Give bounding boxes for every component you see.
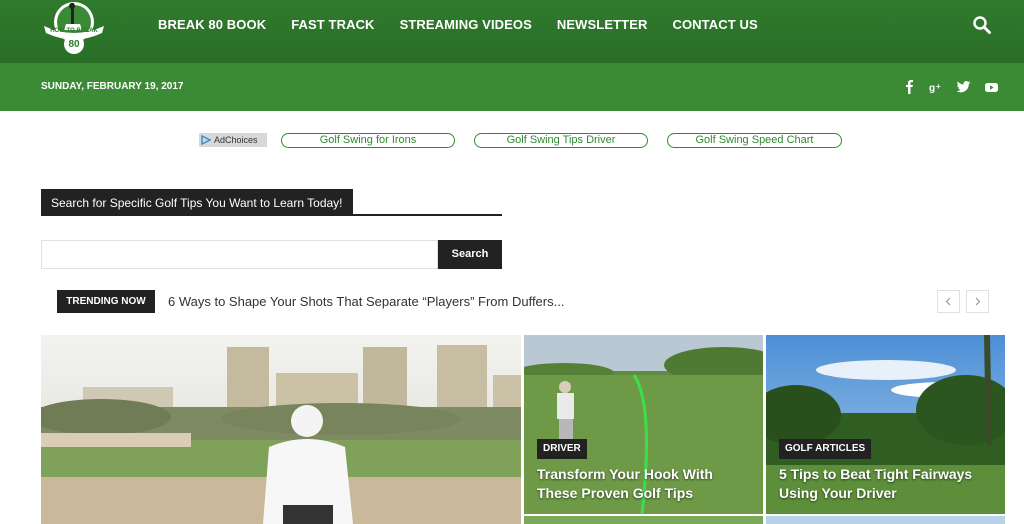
trending-headline-link[interactable]: 6 Ways to Shape Your Shots That Separate… <box>168 294 564 309</box>
search-widget-underline <box>41 214 502 216</box>
nav-item-fast-track[interactable]: FAST TRACK <box>291 17 374 32</box>
featured-post-driver[interactable]: DRIVER Transform Your Hook With These Pr… <box>524 335 763 514</box>
featured-post-title[interactable]: 5 Tips to Beat Tight Fairways Using Your… <box>779 465 979 503</box>
facebook-icon[interactable] <box>905 80 915 94</box>
featured-post-main-image <box>41 335 521 524</box>
trending-prev-button[interactable] <box>937 290 960 313</box>
logo-number: 80 <box>68 39 80 50</box>
adchoices-icon <box>201 135 211 145</box>
google-plus-icon[interactable]: g + <box>929 80 943 94</box>
post-thumbnail-partial[interactable] <box>524 516 763 524</box>
chevron-left-icon <box>945 297 951 306</box>
chevron-right-icon <box>975 297 981 306</box>
featured-post-main[interactable] <box>41 335 521 524</box>
trending-next-button[interactable] <box>966 290 989 313</box>
search-input[interactable] <box>41 240 438 269</box>
search-button[interactable]: Search <box>438 240 502 269</box>
main-nav: BREAK 80 BOOK FAST TRACK STREAMING VIDEO… <box>158 17 758 32</box>
featured-post-title[interactable]: Transform Your Hook With These Proven Go… <box>537 465 727 503</box>
logo-text: HOW TO BREAK <box>50 28 98 34</box>
svg-text:g: g <box>929 83 935 94</box>
adchoices-label: AdChoices <box>214 135 258 145</box>
nav-item-newsletter[interactable]: NEWSLETTER <box>557 17 648 32</box>
site-logo[interactable]: HOW TO BREAK 80 <box>40 0 108 56</box>
ad-link-golf-swing-driver[interactable]: Golf Swing Tips Driver <box>474 133 648 148</box>
nav-item-break-80-book[interactable]: BREAK 80 BOOK <box>158 17 266 32</box>
trending-now-label: TRENDING NOW <box>57 290 155 313</box>
twitter-icon[interactable] <box>956 80 971 94</box>
svg-text:+: + <box>936 82 941 91</box>
category-badge-driver[interactable]: DRIVER <box>537 439 587 459</box>
current-date: SUNDAY, FEBRUARY 19, 2017 <box>41 81 184 92</box>
nav-item-streaming-videos[interactable]: STREAMING VIDEOS <box>400 17 532 32</box>
adchoices-badge[interactable]: AdChoices <box>199 133 267 147</box>
search-icon[interactable] <box>972 15 992 35</box>
featured-post-golf-articles[interactable]: GOLF ARTICLES 5 Tips to Beat Tight Fairw… <box>766 335 1005 514</box>
category-badge-golf-articles[interactable]: GOLF ARTICLES <box>779 439 872 459</box>
ad-link-golf-swing-irons[interactable]: Golf Swing for Irons <box>281 133 455 148</box>
nav-item-contact-us[interactable]: CONTACT US <box>672 17 757 32</box>
ad-link-golf-swing-speed-chart[interactable]: Golf Swing Speed Chart <box>667 133 842 148</box>
post-thumbnail-partial[interactable] <box>766 516 1005 524</box>
search-widget-title: Search for Specific Golf Tips You Want t… <box>41 189 353 216</box>
youtube-icon[interactable] <box>985 80 998 94</box>
